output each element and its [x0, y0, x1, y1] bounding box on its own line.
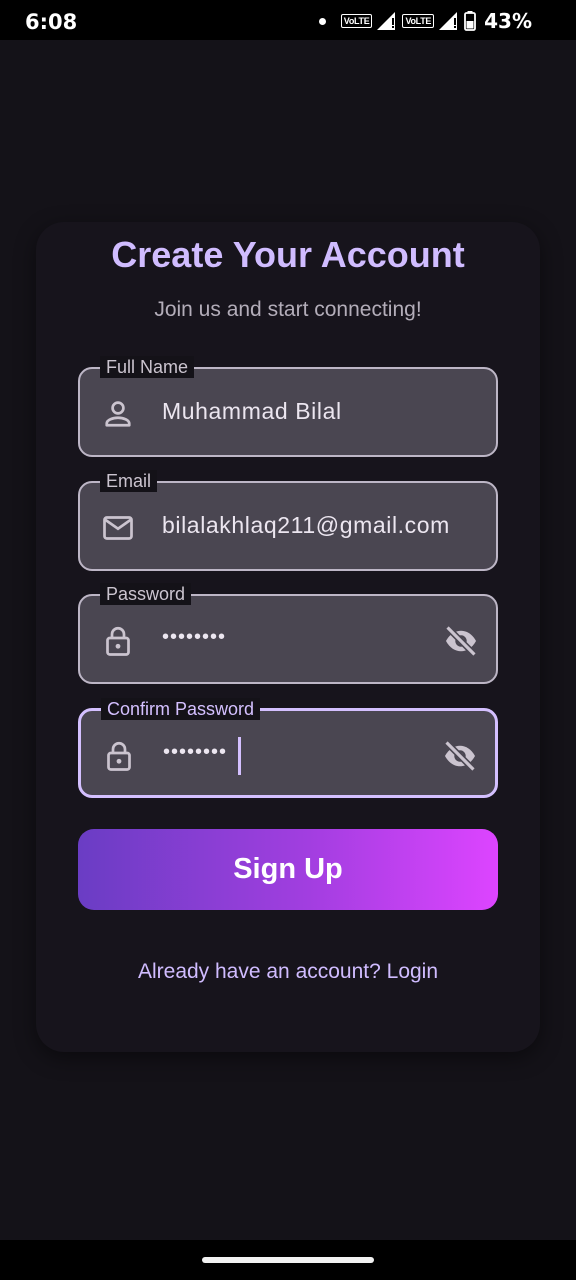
sign-up-button[interactable]: Sign Up — [78, 829, 498, 910]
lock-icon — [100, 623, 136, 659]
signal-icon — [377, 12, 397, 30]
volte-badge-2: VoLTE — [402, 14, 435, 28]
person-icon — [100, 396, 136, 432]
full-name-label: Full Name — [100, 356, 195, 378]
confirm-password-label: Confirm Password — [101, 698, 261, 720]
battery-percent: 43% — [484, 9, 532, 33]
full-name-input[interactable]: Muhammad Bilal — [162, 398, 486, 430]
visibility-off-icon[interactable] — [441, 737, 479, 775]
text-caret — [238, 737, 241, 775]
email-label: Email — [100, 470, 158, 492]
mail-icon — [100, 510, 136, 546]
full-name-field[interactable]: Full Name Muhammad Bilal — [78, 356, 498, 457]
status-indicators: VoLTE VoLTE 43% — [318, 9, 532, 33]
login-link[interactable]: Already have an account? Login — [0, 960, 576, 984]
status-time: 6:08 — [25, 10, 78, 34]
signal-icon — [439, 12, 459, 30]
page-subtitle: Join us and start connecting! — [154, 298, 422, 321]
signup-screen: 6:08 VoLTE VoLTE 43% Create Your Account… — [0, 0, 576, 1280]
password-label: Password — [100, 583, 192, 605]
status-bar: 6:08 VoLTE VoLTE 43% — [0, 0, 576, 40]
volte-badge-1: VoLTE — [340, 14, 373, 28]
navigation-bar — [0, 1240, 576, 1280]
password-field[interactable]: Password •••••••• — [78, 583, 498, 684]
confirm-password-field[interactable]: Confirm Password •••••••• — [78, 698, 498, 798]
email-input[interactable]: bilalakhlaq211@gmail.com — [162, 512, 486, 544]
home-gesture-handle[interactable] — [202, 1257, 374, 1263]
notification-dot-icon — [318, 17, 326, 25]
battery-icon — [464, 11, 477, 31]
visibility-off-icon[interactable] — [442, 622, 480, 660]
email-field[interactable]: Email bilalakhlaq211@gmail.com — [78, 470, 498, 571]
page-title: Create Your Account — [111, 234, 465, 275]
lock-icon — [101, 738, 137, 774]
password-input[interactable]: •••••••• — [162, 626, 486, 658]
confirm-password-input[interactable]: •••••••• — [163, 741, 485, 773]
